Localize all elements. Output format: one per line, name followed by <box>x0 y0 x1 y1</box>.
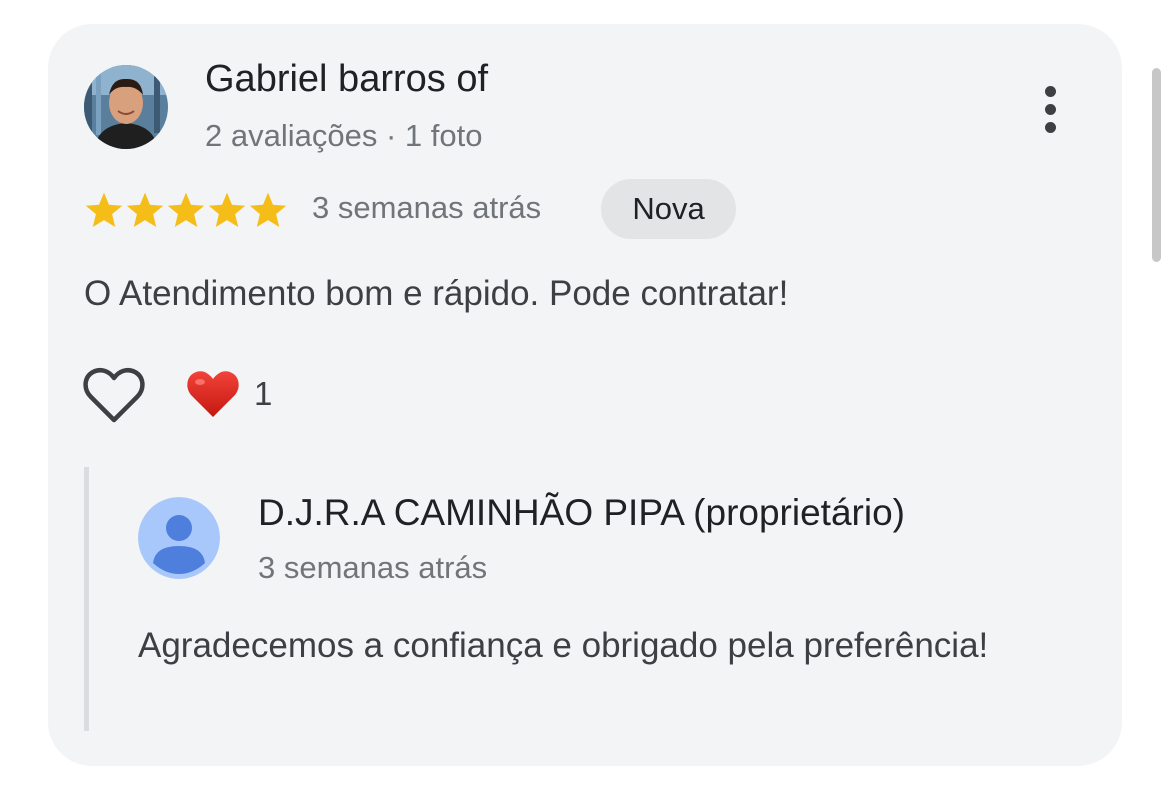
reply-divider <box>84 467 89 731</box>
review-text: O Atendimento bom e rápido. Pode contrat… <box>84 274 789 313</box>
review-time: 3 semanas atrás <box>312 190 542 225</box>
star-icon <box>85 192 123 228</box>
red-heart-icon <box>187 371 239 417</box>
reaction-summary[interactable]: 1 <box>186 369 272 419</box>
reaction-count: 1 <box>254 375 273 412</box>
reviewer-avatar[interactable] <box>84 65 168 149</box>
like-button[interactable] <box>82 366 146 426</box>
star-icon <box>167 192 205 228</box>
more-vert-icon <box>1044 85 1056 97</box>
owner-avatar[interactable] <box>138 497 220 579</box>
scrollbar[interactable] <box>1152 68 1161 262</box>
more-vert-icon-dot <box>1044 121 1056 133</box>
person-icon <box>138 497 220 579</box>
reviewer-meta: 2 avaliações · 1 foto <box>205 118 483 153</box>
reply-time: 3 semanas atrás <box>258 550 488 585</box>
more-vert-icon-dot <box>1044 103 1056 115</box>
owner-name: D.J.R.A CAMINHÃO PIPA (proprietário) <box>258 492 905 533</box>
star-icon <box>208 192 246 228</box>
new-badge: Nova <box>601 179 736 239</box>
star-rating <box>84 191 288 229</box>
star-icon <box>249 192 287 228</box>
reply-text: Agradecemos a confiança e obrigado pela … <box>138 626 989 665</box>
heart-outline-icon <box>83 368 145 423</box>
reviewer-name[interactable]: Gabriel barros of <box>205 58 488 101</box>
star-icon <box>126 192 164 228</box>
more-options-button[interactable] <box>1026 80 1074 138</box>
